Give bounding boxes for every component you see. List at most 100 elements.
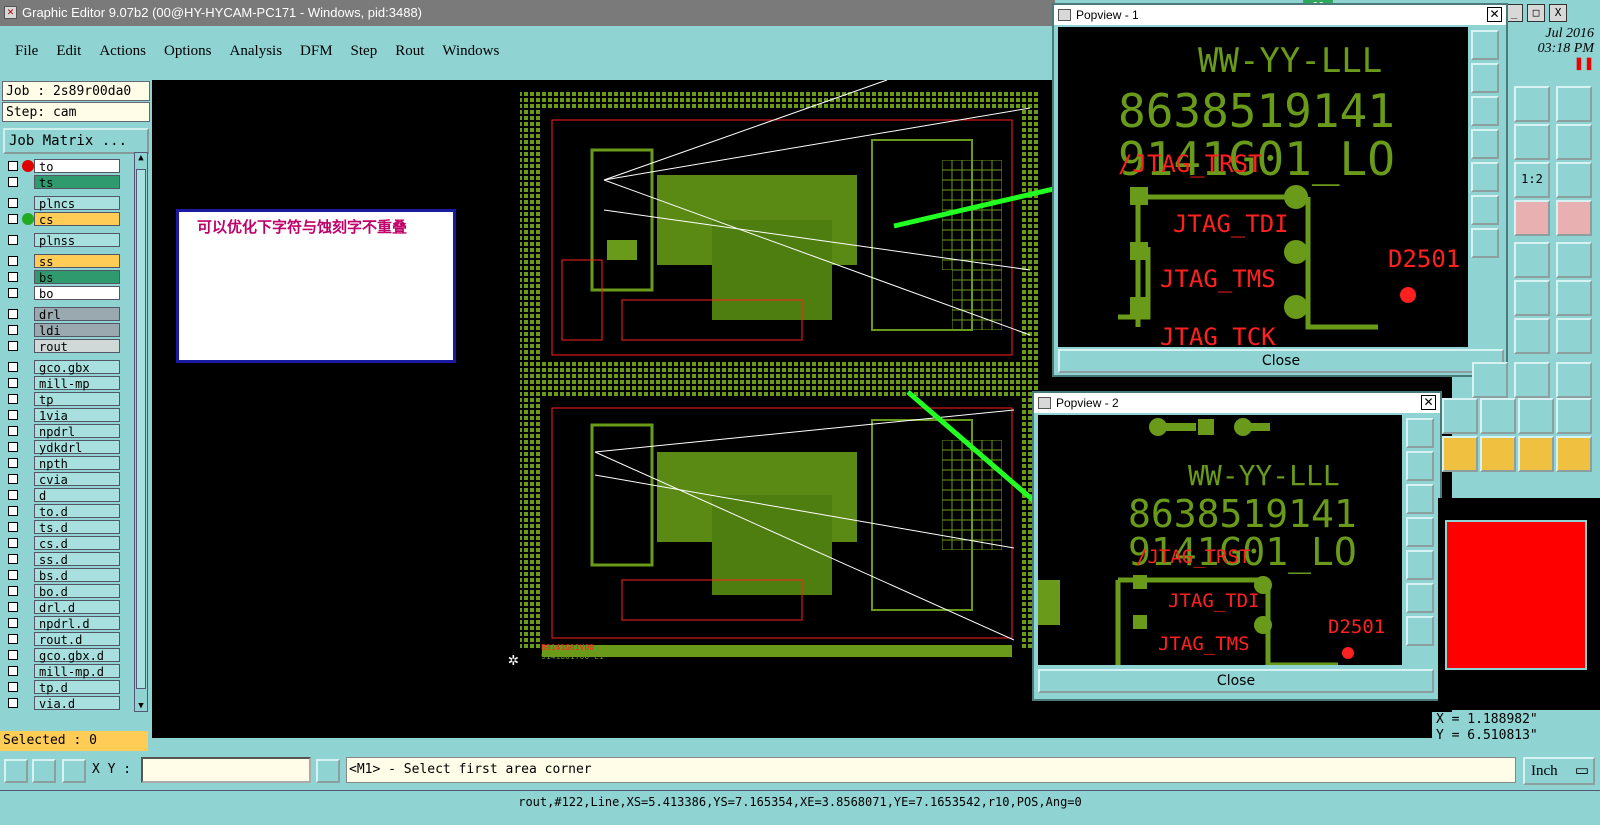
layer-checkbox[interactable] — [8, 288, 18, 298]
layer-checkbox[interactable] — [8, 341, 18, 351]
layer-checkbox[interactable] — [8, 235, 18, 245]
layer-checkbox[interactable] — [8, 426, 18, 436]
layer-row[interactable]: bo.d — [2, 583, 122, 599]
popview-2-close-button[interactable]: Close — [1038, 669, 1434, 693]
triangle-4-icon[interactable] — [1556, 398, 1592, 434]
layer-row[interactable]: cs.d — [2, 535, 122, 551]
menu-edit[interactable]: Edit — [47, 43, 90, 60]
layer-name[interactable]: plnss — [34, 233, 120, 248]
pointer-2-icon[interactable] — [1480, 436, 1516, 472]
layer-checkbox[interactable] — [8, 309, 18, 319]
info-icon[interactable] — [316, 759, 340, 783]
layer-name[interactable]: ss — [34, 254, 120, 269]
connect-icon[interactable] — [1514, 280, 1550, 316]
layer-name[interactable]: tp.d — [34, 680, 120, 695]
scrollbar-thumb[interactable] — [136, 169, 146, 689]
layer-checkbox[interactable] — [8, 362, 18, 372]
layer-name[interactable]: via.d — [34, 696, 120, 711]
pv2-tool-left-icon[interactable] — [1406, 517, 1434, 547]
layer-name[interactable]: gco.gbx.d — [34, 648, 120, 663]
layer-row[interactable]: npth — [2, 455, 122, 471]
layer-checkbox[interactable] — [8, 490, 18, 500]
layer-row[interactable]: plnss — [2, 232, 122, 248]
layer-row[interactable]: to — [2, 158, 122, 174]
layer-name[interactable]: plncs — [34, 196, 120, 211]
layer-row[interactable]: npdrl — [2, 423, 122, 439]
layer-name[interactable]: rout.d — [34, 632, 120, 647]
pv2-tool-down-icon[interactable] — [1406, 484, 1434, 514]
snap-grid-icon[interactable] — [4, 759, 28, 783]
layer-name[interactable]: rout — [34, 339, 120, 354]
pv1-tool-zoom-icon[interactable] — [1471, 30, 1499, 60]
layer-name[interactable]: bs — [34, 270, 120, 285]
popview-2-view[interactable]: WW-YY-LLL 8638519141 9141G01_LO /JTAG_TR… — [1038, 415, 1402, 665]
window-close-button[interactable]: X — [1549, 4, 1567, 22]
rotate-icon[interactable] — [1514, 124, 1550, 160]
maximize-button[interactable]: □ — [1527, 4, 1545, 22]
layer-checkbox[interactable] — [8, 378, 18, 388]
layer-name[interactable]: drl.d — [34, 600, 120, 615]
layer-row[interactable]: 1via — [2, 407, 122, 423]
layer-row[interactable]: ss.d — [2, 551, 122, 567]
pointer-4-icon[interactable] — [1556, 436, 1592, 472]
snap-icon[interactable] — [1556, 124, 1592, 160]
layer-checkbox[interactable] — [8, 538, 18, 548]
layer-row[interactable]: to.d — [2, 503, 122, 519]
scroll-up-icon[interactable]: ▲ — [135, 153, 147, 163]
layer-name[interactable]: npth — [34, 456, 120, 471]
layer-row[interactable]: npdrl.d — [2, 615, 122, 631]
help-icon[interactable] — [1556, 162, 1592, 198]
layer-name[interactable]: drl — [34, 307, 120, 322]
layer-row[interactable]: rout — [2, 338, 122, 354]
layer-checkbox[interactable] — [8, 410, 18, 420]
layer-row[interactable]: gco.gbx.d — [2, 647, 122, 663]
layer-row[interactable]: tp.d — [2, 679, 122, 695]
menu-options[interactable]: Options — [155, 43, 221, 60]
layer-checkbox[interactable] — [8, 698, 18, 708]
layer-checkbox[interactable] — [8, 161, 18, 171]
layer-name[interactable]: bo.d — [34, 584, 120, 599]
pointer-3-icon[interactable] — [1518, 436, 1554, 472]
scroll-down-icon[interactable]: ▼ — [135, 701, 147, 711]
layer-name[interactable]: ldi — [34, 323, 120, 338]
layer-row[interactable]: ts — [2, 174, 122, 190]
pv2-tool-up-icon[interactable] — [1406, 451, 1434, 481]
pad-icon[interactable] — [1556, 242, 1592, 278]
layer-compare-icon[interactable] — [1514, 200, 1550, 236]
triangle-3-icon[interactable] — [1518, 398, 1554, 434]
layer-row[interactable]: bs — [2, 269, 122, 285]
layer-row[interactable]: bs.d — [2, 567, 122, 583]
layer-name[interactable]: npdrl — [34, 424, 120, 439]
layer-checkbox[interactable] — [8, 602, 18, 612]
layer-checkbox[interactable] — [8, 325, 18, 335]
layer-name[interactable]: ts.d — [34, 520, 120, 535]
layer-checkbox[interactable] — [8, 474, 18, 484]
home-icon[interactable] — [1514, 86, 1550, 122]
menu-analysis[interactable]: Analysis — [221, 43, 292, 60]
layer-row[interactable]: drl.d — [2, 599, 122, 615]
layer-checkbox[interactable] — [8, 554, 18, 564]
layer-name[interactable]: cs — [34, 212, 120, 227]
screen-icon[interactable] — [1556, 86, 1592, 122]
layer-checkbox[interactable] — [8, 198, 18, 208]
fit-icon[interactable] — [1514, 362, 1550, 398]
connect-2-icon[interactable] — [1556, 280, 1592, 316]
layer-checkbox[interactable] — [8, 570, 18, 580]
popview-2-close-icon[interactable]: ✕ — [1421, 395, 1436, 410]
xy-input[interactable] — [141, 757, 311, 783]
layer-checkbox[interactable] — [8, 682, 18, 692]
ff-icon[interactable] — [1556, 318, 1592, 354]
job-matrix-button[interactable]: Job Matrix ... — [3, 128, 149, 154]
snap-angle-icon[interactable] — [32, 759, 56, 783]
layer-checkbox[interactable] — [8, 522, 18, 532]
layer-checkbox[interactable] — [8, 394, 18, 404]
layer-name[interactable]: 1via — [34, 408, 120, 423]
layer-compare-2-icon[interactable] — [1556, 200, 1592, 236]
unit-select[interactable]: Inch ▭ — [1523, 757, 1595, 785]
layer-name[interactable]: npdrl.d — [34, 616, 120, 631]
layer-row[interactable]: plncs — [2, 195, 122, 211]
layer-row[interactable]: tp — [2, 391, 122, 407]
layer-checkbox[interactable] — [8, 666, 18, 676]
layer-row[interactable]: via.d — [2, 695, 122, 711]
pv2-tool-fit-icon[interactable] — [1406, 583, 1434, 613]
